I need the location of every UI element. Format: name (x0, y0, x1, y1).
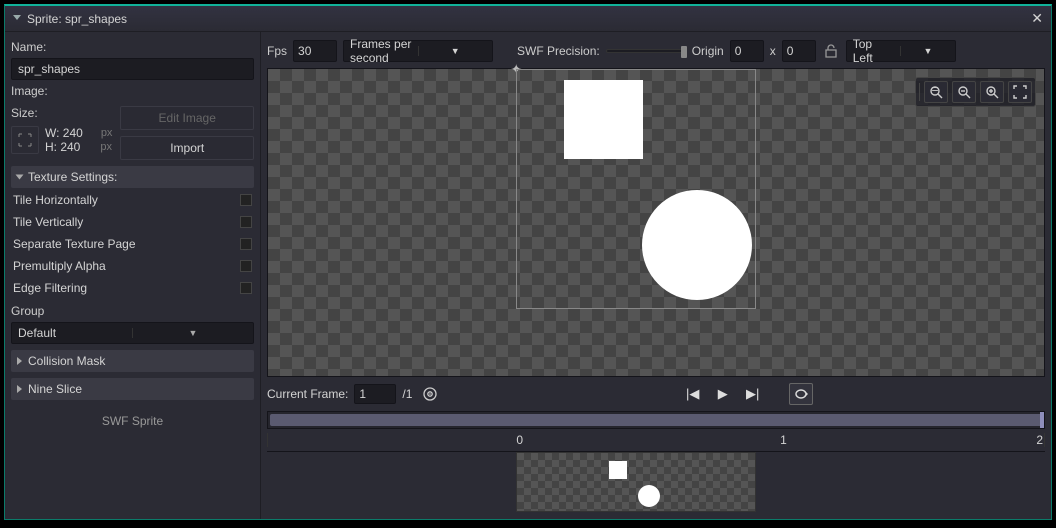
svg-text:=: = (931, 85, 938, 96)
swf-precision-label: SWF Precision: (517, 44, 600, 58)
image-label: Image: (11, 84, 254, 98)
sprite-boundary (516, 69, 756, 309)
texture-settings-header[interactable]: Texture Settings: (11, 166, 254, 188)
ruler-tick: 1 (780, 433, 787, 447)
collision-mask-label: Collision Mask (28, 354, 105, 368)
origin-anchor-value: Top Left (847, 37, 901, 65)
slider-thumb[interactable] (681, 46, 687, 58)
chevron-down-icon: ▼ (418, 46, 493, 56)
zoom-in-button[interactable] (980, 81, 1004, 103)
zoom-out-button[interactable] (952, 81, 976, 103)
broadcast-button[interactable] (418, 383, 442, 405)
chevron-down-icon (16, 175, 24, 180)
height-value: H: 240 (45, 140, 80, 154)
checkbox-icon (240, 282, 252, 294)
chevron-right-icon (17, 385, 22, 393)
fullscreen-button[interactable] (1008, 81, 1032, 103)
origin-y-input[interactable]: 0 (782, 40, 816, 62)
timeline-playhead[interactable] (1040, 412, 1044, 428)
fps-mode-value: Frames per second (344, 37, 418, 65)
chevron-down-icon: ▼ (132, 328, 253, 338)
next-frame-button[interactable]: ▶| (741, 383, 765, 405)
ruler-tick: 0 (516, 433, 523, 447)
tile-vertically-check[interactable]: Tile Vertically (11, 212, 254, 232)
fps-label: Fps (267, 44, 287, 58)
resize-icon[interactable] (11, 126, 39, 154)
window-title: Sprite: spr_shapes (27, 12, 127, 26)
size-panel: Size: W: 240 px H: 240 px Edit Image Impor… (11, 104, 254, 160)
close-icon[interactable]: ✕ (1031, 10, 1043, 27)
name-input[interactable]: spr_shapes (11, 58, 254, 80)
loop-button[interactable] (789, 383, 813, 405)
current-frame-total: /1 (402, 387, 412, 401)
texture-settings-label: Texture Settings: (28, 170, 117, 184)
lock-icon[interactable] (822, 42, 840, 60)
playbar: Current Frame: 1 /1 |◀ ▶ ▶| (267, 381, 1045, 407)
px-label: px (100, 141, 112, 153)
premultiply-alpha-check[interactable]: Premultiply Alpha (11, 256, 254, 276)
checkbox-icon (240, 260, 252, 272)
thumb-square (609, 461, 627, 479)
width-value: W: 240 (45, 126, 83, 140)
group-value: Default (12, 326, 132, 340)
timeline-segment (270, 414, 1042, 426)
top-toolbar: Fps 30 Frames per second ▼ SWF Precision… (267, 38, 1045, 64)
thumb-circle (638, 485, 660, 507)
name-label: Name: (11, 40, 254, 54)
frame-thumbnail[interactable] (516, 452, 756, 512)
checkbox-icon (240, 216, 252, 228)
shape-square (564, 80, 643, 159)
origin-sep: x (770, 44, 776, 58)
sprite-editor-window: Sprite: spr_shapes ✕ Name: spr_shapes Im… (4, 4, 1052, 520)
frames-strip[interactable] (267, 451, 1045, 513)
origin-anchor-select[interactable]: Top Left ▼ (846, 40, 956, 62)
current-frame-label: Current Frame: (267, 387, 348, 401)
titlebar[interactable]: Sprite: spr_shapes ✕ (5, 6, 1051, 32)
origin-x-input[interactable]: 0 (730, 40, 764, 62)
chevron-down-icon: ▼ (900, 46, 955, 56)
swf-precision-slider[interactable] (606, 49, 686, 53)
timeline[interactable] (267, 411, 1045, 429)
timeline-ruler: 0 1 2 (267, 433, 1045, 447)
tile-horizontally-check[interactable]: Tile Horizontally (11, 190, 254, 210)
separate-texture-page-check[interactable]: Separate Texture Page (11, 234, 254, 254)
canvas-toolbar: = (915, 77, 1036, 107)
current-frame-input[interactable]: 1 (354, 384, 396, 404)
zoom-reset-button[interactable]: = (924, 81, 948, 103)
nine-slice-label: Nine Slice (28, 382, 82, 396)
nine-slice-header[interactable]: Nine Slice (11, 378, 254, 400)
checkbox-icon (240, 194, 252, 206)
swf-sprite-label: SWF Sprite (11, 414, 254, 428)
collapse-icon (13, 15, 21, 23)
size-label: Size: (11, 106, 112, 120)
px-label: px (101, 127, 113, 139)
sidebar: Name: spr_shapes Image: Size: W: 240 px H… (5, 32, 261, 519)
checkbox-icon (240, 238, 252, 250)
shape-circle (642, 190, 752, 300)
edge-filtering-check[interactable]: Edge Filtering (11, 278, 254, 298)
import-button[interactable]: Import (120, 136, 254, 160)
fps-mode-select[interactable]: Frames per second ▼ (343, 40, 493, 62)
origin-label: Origin (692, 44, 724, 58)
edit-image-button[interactable]: Edit Image (120, 106, 254, 130)
prev-frame-button[interactable]: |◀ (681, 383, 705, 405)
fps-input[interactable]: 30 (293, 40, 337, 62)
group-label: Group (11, 304, 254, 318)
canvas[interactable]: ✦ = (267, 68, 1045, 377)
collision-mask-header[interactable]: Collision Mask (11, 350, 254, 372)
group-select[interactable]: Default ▼ (11, 322, 254, 344)
main-panel: Fps 30 Frames per second ▼ SWF Precision… (261, 32, 1051, 519)
chevron-right-icon (17, 357, 22, 365)
play-button[interactable]: ▶ (711, 383, 735, 405)
ruler-tick: 2 (1036, 433, 1043, 447)
